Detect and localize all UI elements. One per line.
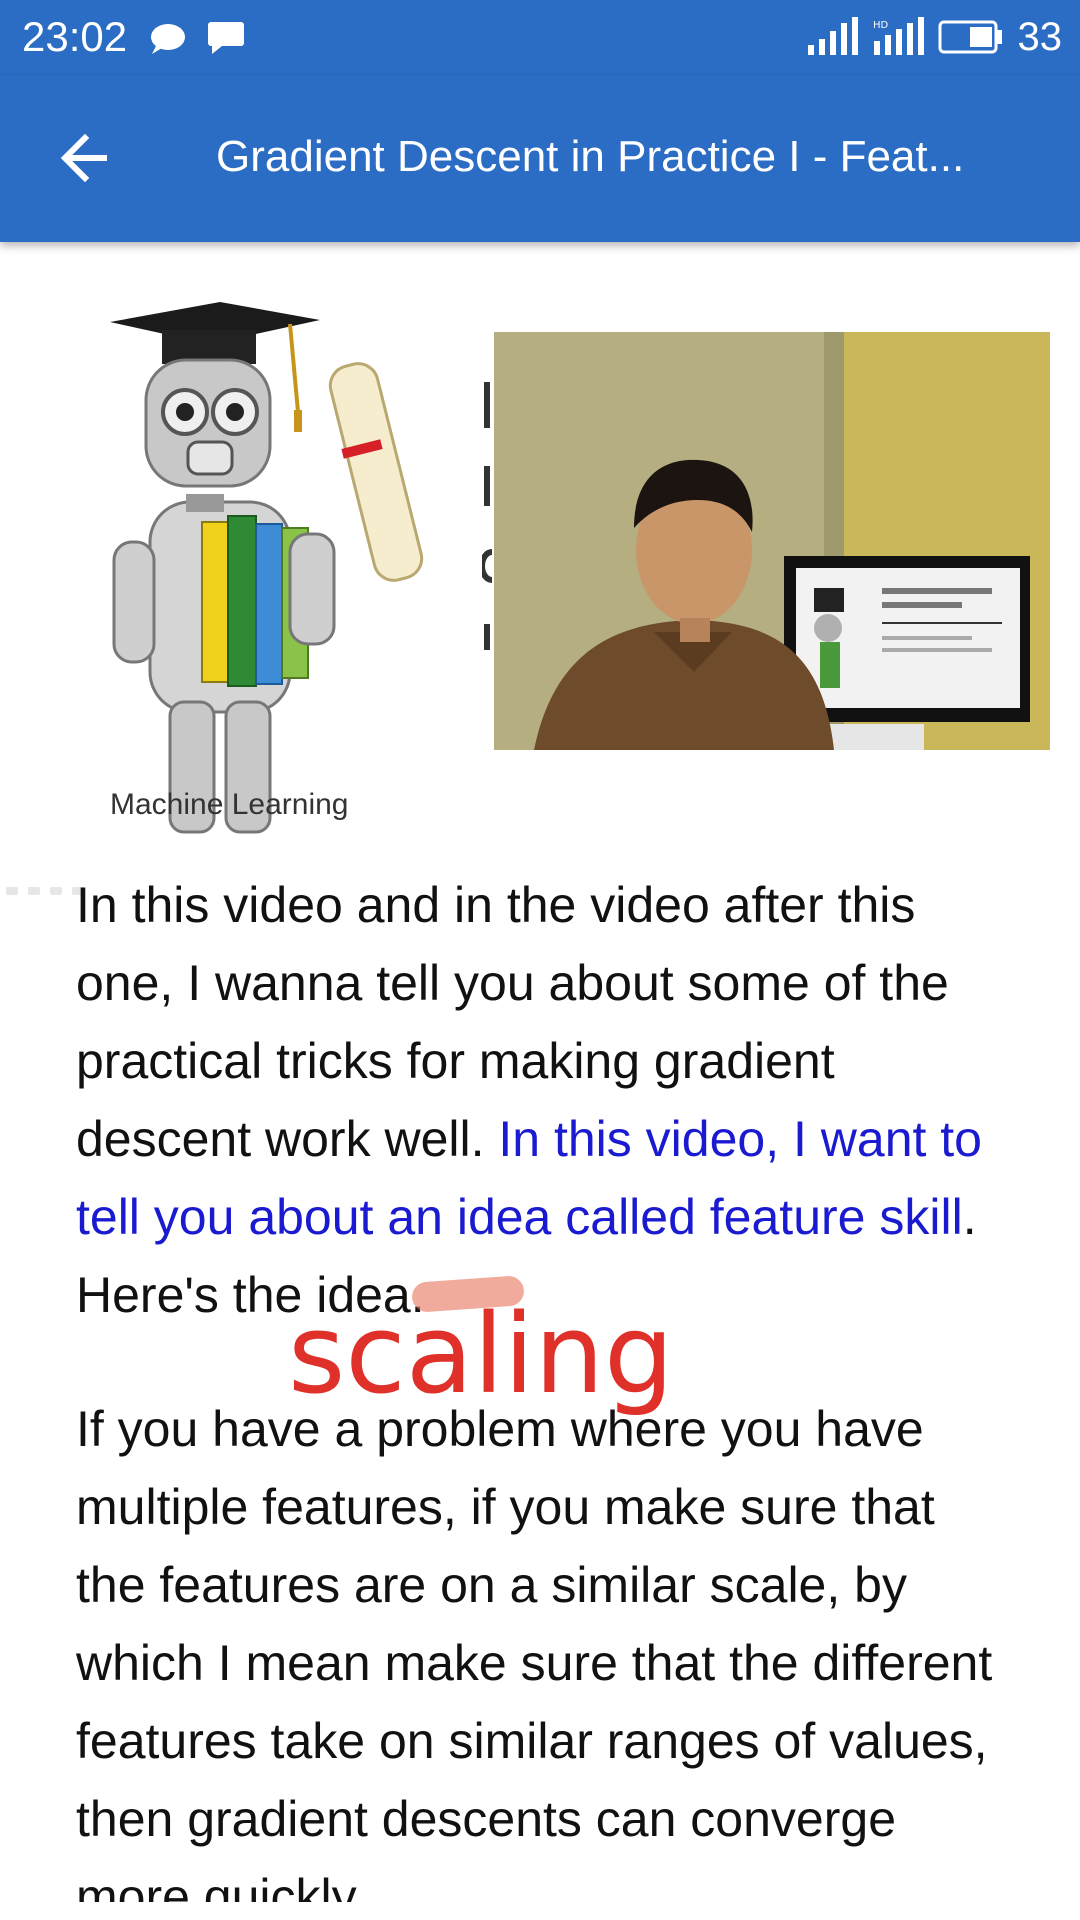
status-bar: 23:02 HD 33 [0,0,1080,76]
transcript-text: If you have a problem where you have mul… [76,1401,993,1902]
signal-icon [807,17,858,55]
back-button[interactable] [40,120,130,196]
message-icon [208,22,244,54]
arrow-left-icon [60,134,107,182]
svg-text:HD: HD [873,20,889,31]
transcript-paragraph: If you have a problem where you have mul… [76,1390,1016,1902]
lecturer-image [494,332,1050,750]
status-time: 23:02 [22,13,128,60]
app-bar: Gradient Descent in Practice I - Feat... [0,76,1080,242]
misheard-word: skill [879,1189,963,1245]
video-player[interactable]: Machine Learning [0,302,1080,895]
battery-level: 33 [1017,15,1063,59]
chat-bubble-icon [151,24,185,54]
page-title: Gradient Descent in Practice I - Feat... [216,132,965,181]
lecture-content: Machine Learning In this video and in th… [0,242,1080,1902]
hd-signal-icon: HD [873,17,924,55]
battery-icon [938,20,1002,54]
lecturer-video-frame[interactable] [494,332,1050,750]
video-progress-indicator [6,887,84,901]
transcript-paragraph: In this video and in the video after thi… [76,866,1016,1334]
correction-annotation: scaling [288,1290,674,1418]
status-right: HD 33 [806,12,1063,62]
course-caption: Machine Learning [110,788,349,821]
robot-graduate-logo [110,302,424,834]
